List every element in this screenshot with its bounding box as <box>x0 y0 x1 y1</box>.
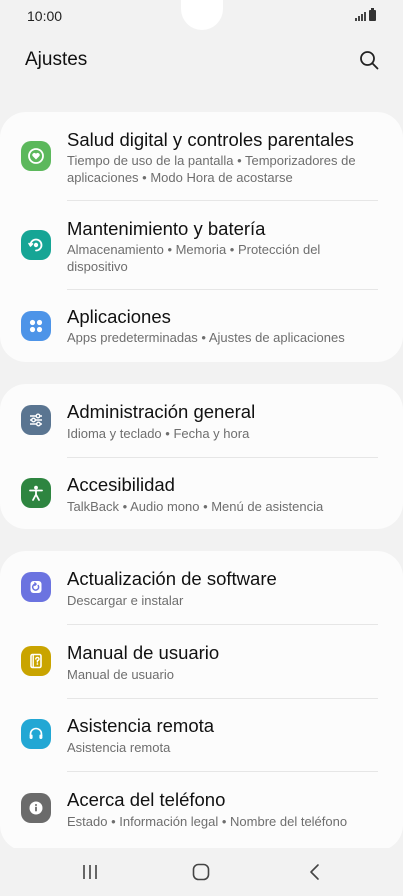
settings-item-digital-wellbeing[interactable]: Salud digital y controles parentales Tie… <box>0 112 403 200</box>
settings-item-subtitle: Tiempo de uso de la pantalla • Temporiza… <box>67 153 356 185</box>
settings-item-subtitle: Asistencia remota <box>67 740 171 755</box>
settings-item-title: Asistencia remota <box>67 715 215 736</box>
signal-icon <box>355 11 366 21</box>
remote-support-icon <box>21 719 51 749</box>
general-management-icon <box>21 405 51 435</box>
software-update-icon <box>21 572 51 602</box>
search-button[interactable] <box>357 48 381 72</box>
home-icon <box>192 863 210 881</box>
device-care-icon <box>21 230 51 260</box>
settings-item-title: Accesibilidad <box>67 474 175 495</box>
navigation-bar <box>0 848 403 896</box>
settings-item-about-phone[interactable]: Acerca del teléfono Estado • Información… <box>0 772 403 851</box>
digital-wellbeing-icon <box>21 141 51 171</box>
settings-item-subtitle: Apps predeterminadas • Ajustes de aplica… <box>67 330 345 345</box>
settings-item-title: Manual de usuario <box>67 642 220 663</box>
settings-item-title: Acerca del teléfono <box>67 789 226 810</box>
settings-group-3: Actualización de software Descargar e in… <box>0 551 403 851</box>
settings-item-subtitle: Manual de usuario <box>67 667 174 682</box>
user-manual-icon <box>21 646 51 676</box>
recent-apps-button[interactable] <box>78 860 102 884</box>
settings-item-remote-support[interactable]: Asistencia remota Asistencia remota <box>0 699 403 772</box>
settings-item-title: Administración general <box>67 401 256 422</box>
apps-icon <box>21 311 51 341</box>
accessibility-icon <box>21 478 51 508</box>
settings-item-general-management[interactable]: Administración general Idioma y teclado … <box>0 384 403 457</box>
settings-item-subtitle: Almacenamiento • Memoria • Protección de… <box>67 242 321 274</box>
settings-item-accessibility[interactable]: Accesibilidad TalkBack • Audio mono • Me… <box>0 458 403 529</box>
settings-item-title: Mantenimiento y batería <box>67 218 266 239</box>
settings-item-subtitle: TalkBack • Audio mono • Menú de asistenc… <box>67 499 324 514</box>
settings-item-subtitle: Descargar e instalar <box>67 593 184 608</box>
back-button[interactable] <box>303 860 327 884</box>
settings-item-apps[interactable]: Aplicaciones Apps predeterminadas • Ajus… <box>0 290 403 362</box>
settings-item-subtitle: Idioma y teclado • Fecha y hora <box>67 426 250 441</box>
settings-group-2: Administración general Idioma y teclado … <box>0 384 403 529</box>
back-icon <box>310 864 319 880</box>
battery-icon <box>369 8 376 21</box>
status-icons <box>355 8 376 21</box>
settings-group-1: Salud digital y controles parentales Tie… <box>0 112 403 362</box>
page-title: Ajustes <box>25 49 88 70</box>
status-time: 10:00 <box>27 8 63 24</box>
settings-item-software-update[interactable]: Actualización de software Descargar e in… <box>0 551 403 624</box>
camera-notch <box>181 0 223 30</box>
settings-item-title: Aplicaciones <box>67 306 171 327</box>
settings-item-title: Salud digital y controles parentales <box>67 129 354 150</box>
settings-item-device-care[interactable]: Mantenimiento y batería Almacenamiento •… <box>0 201 403 290</box>
home-button[interactable] <box>189 860 213 884</box>
recent-apps-icon <box>83 865 97 879</box>
status-bar: 10:00 <box>0 0 403 32</box>
settings-item-user-manual[interactable]: Manual de usuario Manual de usuario <box>0 625 403 698</box>
settings-item-subtitle: Estado • Información legal • Nombre del … <box>67 814 348 829</box>
about-phone-icon <box>21 793 51 823</box>
search-icon <box>360 51 379 70</box>
header: Ajustes <box>0 44 403 76</box>
settings-item-title: Actualización de software <box>67 568 277 589</box>
